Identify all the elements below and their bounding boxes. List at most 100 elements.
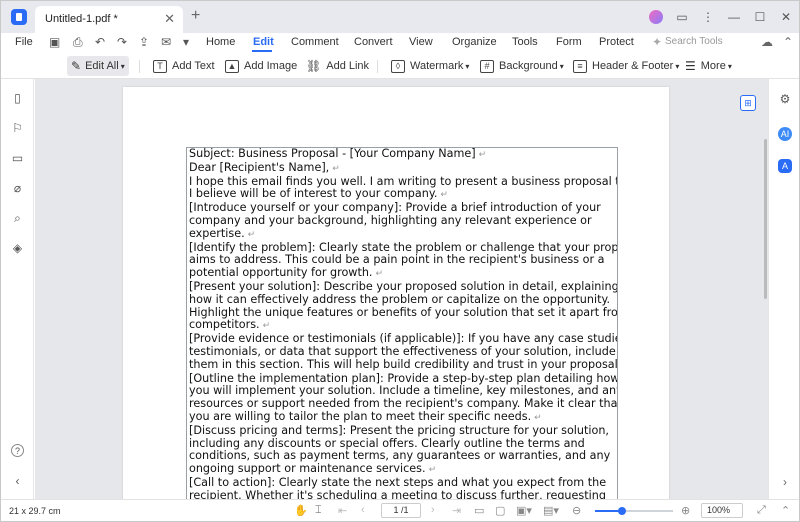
last-page-icon[interactable]: ⇥ — [452, 504, 461, 517]
text-line-content: recipient. Whether it's scheduling a mee… — [189, 488, 606, 499]
text-line[interactable]: company and your background, highlightin… — [189, 214, 615, 228]
ocr-floating-icon[interactable]: ⊞ — [740, 95, 756, 111]
layers-icon[interactable]: ◈ — [11, 242, 24, 255]
text-line-content: [Call to action]: Clearly state the next… — [189, 475, 607, 489]
zoom-slider[interactable] — [595, 507, 673, 515]
comment-icon[interactable]: ▭ — [669, 10, 695, 24]
background-button[interactable]: # Background ▾ — [480, 56, 564, 76]
text-line[interactable]: you are willing to tailor the plan to me… — [189, 410, 615, 425]
text-line[interactable]: Subject: Business Proposal - [Your Compa… — [189, 148, 615, 162]
fit-width-icon[interactable]: ▢ — [495, 504, 505, 517]
tab-close-icon[interactable]: ✕ — [164, 11, 175, 27]
menu-tools[interactable]: Tools — [512, 36, 538, 48]
menu-comment[interactable]: Comment — [291, 36, 339, 48]
collapse-right-icon[interactable]: › — [778, 475, 792, 489]
undo-icon[interactable]: ↶ — [95, 35, 105, 49]
text-line[interactable]: potential opportunity for growth. ↵ — [189, 266, 615, 281]
maximize-button[interactable]: ☐ — [747, 10, 773, 24]
attachment-icon[interactable]: ⌀ — [11, 182, 24, 195]
menu-convert[interactable]: Convert — [354, 36, 393, 48]
add-link-button[interactable]: ⛓ Add Link — [306, 56, 369, 76]
link-icon: ⛓ — [306, 59, 322, 73]
close-window-button[interactable]: ✕ — [773, 10, 799, 24]
scrollbar-thumb[interactable] — [764, 139, 767, 299]
save-icon[interactable]: ▣ — [49, 35, 60, 49]
paragraph-mark-icon: ↵ — [428, 465, 437, 476]
text-line[interactable]: recipient. Whether it's scheduling a mee… — [189, 488, 615, 499]
search-icon[interactable]: ⌕ — [11, 212, 24, 225]
paragraph-mark-icon: ↵ — [375, 269, 384, 280]
next-page-icon[interactable]: › — [431, 504, 435, 516]
quick-access-dropdown-icon[interactable]: ▾ — [183, 35, 189, 49]
minimize-button[interactable]: — — [721, 10, 747, 24]
page-display-icon[interactable]: ▤▾ — [543, 504, 559, 517]
collapse-left-icon[interactable]: ‹ — [11, 475, 24, 488]
document-tab[interactable]: Untitled-1.pdf * ✕ — [35, 6, 183, 33]
menu-file[interactable]: File — [15, 36, 33, 48]
text-line[interactable]: ongoing support or maintenance services.… — [189, 462, 615, 477]
avatar[interactable] — [649, 10, 663, 24]
thumbnail-icon[interactable]: ▯ — [11, 92, 24, 105]
page-layout-icon[interactable]: ▣▾ — [516, 504, 532, 517]
mail-icon[interactable]: ✉ — [161, 35, 171, 49]
more-vertical-icon[interactable]: ⋮ — [695, 10, 721, 24]
text-line-content: [Introduce yourself or your company]: Pr… — [189, 201, 601, 215]
menu-view[interactable]: View — [409, 36, 433, 48]
menu-home[interactable]: Home — [206, 36, 235, 48]
zoom-level-select[interactable]: 100% ▾ — [701, 503, 743, 521]
text-line[interactable]: Dear [Recipient's Name], ↵ — [189, 161, 615, 176]
toolbar-divider — [377, 60, 378, 73]
new-tab-icon[interactable]: + — [191, 7, 200, 25]
print-icon[interactable]: ⎙ — [73, 35, 83, 50]
menu-organize[interactable]: Organize — [452, 36, 497, 48]
text-line[interactable]: them in this section. This will help bui… — [189, 357, 618, 373]
text-line-content: [Present your solution]: Describe your p… — [189, 279, 618, 293]
share-icon[interactable]: ⇪ — [139, 35, 149, 49]
cloud-upload-icon[interactable]: ☁ — [761, 35, 773, 49]
edit-all-button[interactable]: ✎ Edit All ▾ — [67, 56, 129, 76]
editable-text-box[interactable]: Subject: Business Proposal - [Your Compa… — [186, 147, 618, 499]
menu-form[interactable]: Form — [556, 36, 582, 48]
add-text-label: Add Text — [172, 60, 215, 72]
add-text-button[interactable]: T Add Text — [153, 56, 215, 76]
collapse-status-icon[interactable]: ⌃ — [781, 504, 790, 517]
paragraph-mark-icon: ↵ — [478, 150, 487, 160]
first-page-icon[interactable]: ⇤ — [338, 504, 347, 517]
bookmark-icon[interactable]: ⚐ — [11, 122, 24, 135]
prev-page-icon[interactable]: ‹ — [361, 504, 365, 516]
text-line-content: them in this section. This will help bui… — [189, 357, 618, 371]
header-footer-button[interactable]: ≡ Header & Footer ▾ — [573, 56, 679, 76]
more-label: More — [700, 60, 726, 72]
properties-sliders-icon[interactable]: ⚙ — [778, 92, 792, 106]
search-tools-input[interactable]: Search Tools — [665, 36, 723, 47]
text-line[interactable]: competitors. ↵ — [189, 318, 615, 333]
more-button[interactable]: ☰ More ▾ — [685, 56, 732, 76]
select-tool-icon[interactable]: ⌶ — [315, 504, 322, 517]
fit-page-icon[interactable]: ▭ — [474, 504, 484, 517]
watermark-icon: ◊ — [391, 59, 405, 73]
text-line[interactable]: I believe will be of interest to your co… — [189, 187, 615, 202]
redo-icon[interactable]: ↷ — [117, 35, 127, 49]
zoom-in-icon[interactable]: ⊕ — [681, 504, 690, 517]
text-line-content: I hope this email finds you well. I am w… — [189, 174, 618, 188]
zoom-slider-handle[interactable] — [618, 507, 627, 515]
page-number-input[interactable]: 1 /1 — [381, 503, 421, 518]
menu-edit[interactable]: Edit — [253, 36, 274, 48]
add-image-button[interactable]: ▲ Add Image — [225, 56, 297, 76]
menu-protect[interactable]: Protect — [599, 36, 634, 48]
zoom-out-icon[interactable]: ⊖ — [572, 504, 581, 517]
tab-title: Untitled-1.pdf * — [45, 13, 118, 25]
add-link-label: Add Link — [326, 60, 370, 72]
text-line[interactable]: expertise. ↵ — [189, 227, 615, 242]
comment-panel-icon[interactable]: ▭ — [11, 152, 24, 165]
paragraph-mark-icon: ↵ — [440, 190, 448, 201]
ai-assistant-icon[interactable]: AI — [778, 127, 792, 141]
translate-icon[interactable]: A — [778, 159, 792, 173]
watermark-button[interactable]: ◊ Watermark ▾ — [391, 56, 469, 76]
left-sidebar: ▯ ⚐ ▭ ⌀ ⌕ ◈ ? ‹ — [1, 79, 34, 499]
fullscreen-icon[interactable]: ⤢ — [757, 504, 766, 517]
collapse-ribbon-icon[interactable]: ⌃ — [783, 35, 793, 49]
text-line-content: ongoing support or maintenance services. — [189, 462, 426, 476]
help-icon[interactable]: ? — [11, 444, 24, 457]
hand-tool-icon[interactable]: ✋ — [294, 504, 308, 517]
